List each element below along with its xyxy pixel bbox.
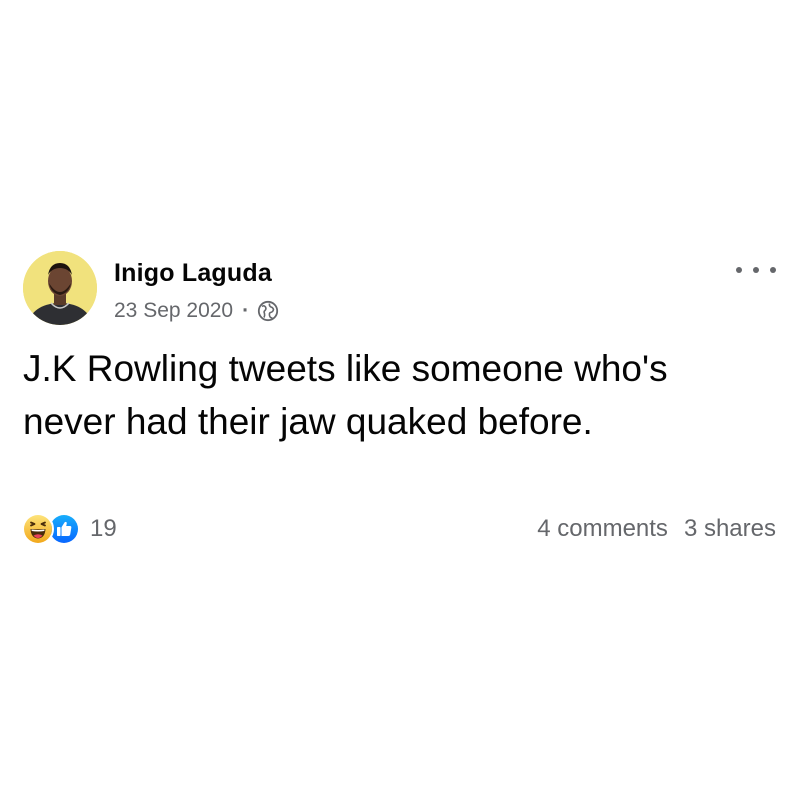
post-date[interactable]: 23 Sep 2020 (114, 299, 233, 323)
globe-icon (257, 300, 279, 322)
more-dot (736, 267, 742, 273)
facebook-post: Inigo Laguda 23 Sep 2020 · J.K Rowling t… (0, 0, 800, 800)
author-name[interactable]: Inigo Laguda (114, 259, 272, 288)
reactions-summary[interactable]: 19 (22, 512, 117, 546)
avatar[interactable] (23, 251, 97, 325)
comments-count[interactable]: 4 comments (537, 515, 668, 543)
reaction-count: 19 (90, 515, 117, 542)
post-meta: 23 Sep 2020 · (114, 297, 279, 325)
shares-count[interactable]: 3 shares (684, 515, 776, 543)
haha-icon (22, 513, 54, 545)
meta-separator: · (242, 299, 250, 322)
more-options-icon[interactable] (736, 258, 776, 282)
more-dot (753, 267, 759, 273)
engagement-stats: 4 comments 3 shares (537, 512, 776, 546)
avatar-image (23, 251, 97, 325)
more-dot (770, 267, 776, 273)
post-text: J.K Rowling tweets like someone who's ne… (23, 348, 668, 442)
